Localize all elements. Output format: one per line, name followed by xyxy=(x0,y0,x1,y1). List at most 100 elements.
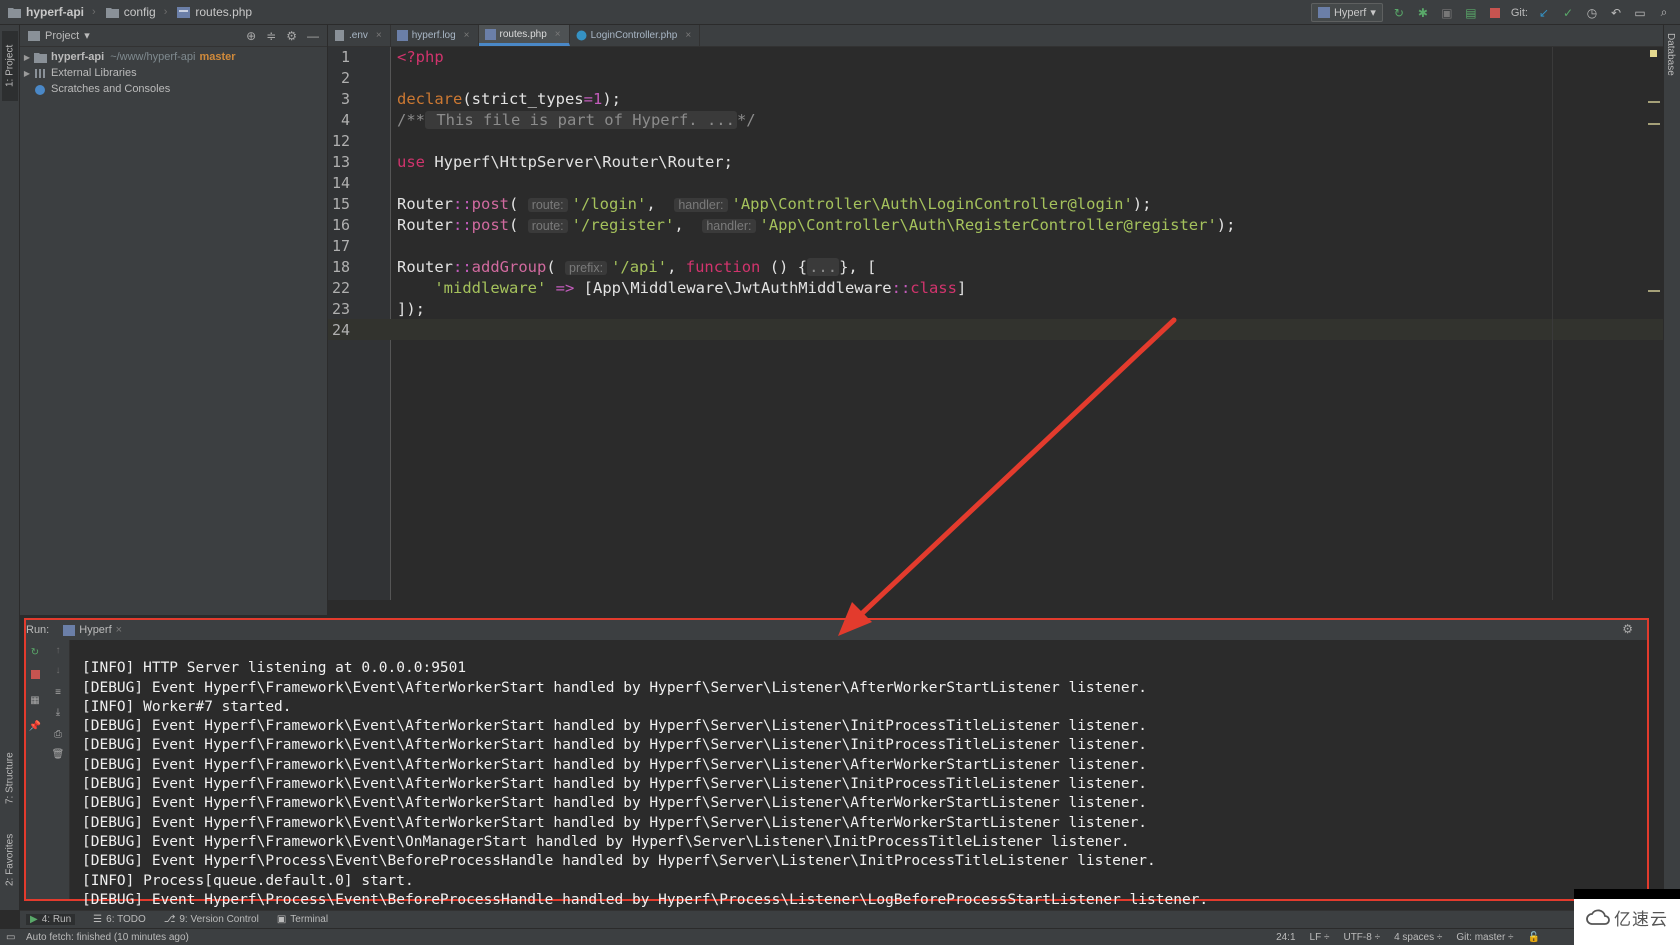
rerun-icon[interactable]: ↻ xyxy=(1391,5,1407,21)
scroll-to-end-icon[interactable]: ⤓ xyxy=(51,706,65,718)
console-line: [INFO] Worker#7 started. xyxy=(82,698,292,715)
scroll-marker[interactable] xyxy=(1648,123,1660,125)
folder-icon xyxy=(34,52,47,63)
hyperf-config-icon xyxy=(1317,7,1330,18)
tree-item-hyperf-api[interactable]: ▶ hyperf-api ~/www/hyperf-api master xyxy=(20,49,327,65)
tab-todo[interactable]: ☰ 6: TODO xyxy=(93,914,146,925)
close-icon[interactable]: × xyxy=(555,29,561,40)
caret-position[interactable]: 24:1 xyxy=(1276,932,1295,943)
status-message[interactable]: Auto fetch: finished (10 minutes ago) xyxy=(0,932,189,943)
tab-routes-php[interactable]: routes.php × xyxy=(478,25,570,46)
locate-icon[interactable]: ⊕ xyxy=(246,29,256,43)
line-number: 15 xyxy=(331,195,350,213)
console-line: [DEBUG] Event Hyperf\Process\Event\Befor… xyxy=(82,891,1209,908)
restore-layout-icon[interactable]: ▦ xyxy=(28,694,42,706)
print-icon[interactable]: ⎙ xyxy=(51,728,65,740)
folded-region[interactable]: This file is part of Hyperf. ... xyxy=(425,111,737,129)
profile-icon[interactable]: ▤ xyxy=(1463,5,1479,21)
close-icon[interactable]: × xyxy=(116,624,122,636)
console-output[interactable]: [INFO] HTTP Server listening at 0.0.0.0:… xyxy=(82,640,1208,945)
tree-item-scratches[interactable]: Scratches and Consoles xyxy=(20,81,327,97)
tab-version-control[interactable]: ⎇ 9: Version Control xyxy=(164,914,259,925)
lock-icon[interactable]: 🔓 xyxy=(1528,932,1540,943)
folded-region[interactable]: ... xyxy=(807,258,840,276)
console-actions-toolbar: ↑ ↓ ≡ ⤓ ⎙ 🗑 xyxy=(46,640,70,899)
line-number: 23 xyxy=(331,300,350,318)
folder-icon xyxy=(105,7,119,18)
run-config-tab[interactable]: Hyperf × xyxy=(63,624,122,636)
analysis-status-marker xyxy=(1650,50,1657,57)
code-line: 'middleware' => [App\Middleware\JwtAuthM… xyxy=(434,279,967,297)
rerun-icon[interactable]: ↻ xyxy=(28,646,42,658)
minimize-icon[interactable]: — xyxy=(307,29,319,43)
expand-arrow-icon[interactable]: ▶ xyxy=(20,53,34,62)
editor-tab-bar: .env × hyperf.log × routes.php × LoginCo… xyxy=(328,25,1663,47)
project-view-select[interactable]: Project ▾ xyxy=(28,29,90,42)
library-icon xyxy=(35,68,45,78)
breadcrumb-separator: › xyxy=(92,6,96,18)
tab-run[interactable]: ▶ 4: Run xyxy=(26,914,76,925)
tree-item-external-libraries[interactable]: ▶ External Libraries xyxy=(20,65,327,81)
breadcrumb-config[interactable]: config xyxy=(98,0,162,25)
close-icon[interactable]: × xyxy=(464,30,470,41)
up-arrow-icon[interactable]: ↑ xyxy=(51,644,65,656)
database-tool-tab[interactable]: Database xyxy=(1665,33,1676,76)
run-configuration-select[interactable]: Hyperf ▾ xyxy=(1310,3,1383,22)
parameter-hint: handler: xyxy=(674,198,728,212)
close-icon[interactable]: × xyxy=(376,30,382,41)
trash-icon[interactable]: 🗑 xyxy=(51,748,65,760)
git-label: Git: xyxy=(1510,6,1528,19)
git-update-icon[interactable]: ↙ xyxy=(1536,5,1552,21)
console-line: [DEBUG] Event Hyperf\Framework\Event\Aft… xyxy=(82,795,1148,812)
run-icon: ▶ xyxy=(30,914,38,925)
status-window-icon[interactable]: ▭ xyxy=(6,932,15,943)
indent-setting[interactable]: 4 spaces ÷ xyxy=(1394,932,1442,943)
tab-env[interactable]: .env × xyxy=(328,25,391,46)
down-arrow-icon[interactable]: ↓ xyxy=(51,664,65,676)
collapse-icon[interactable]: ≑ xyxy=(266,29,276,43)
tab-hyperf-log[interactable]: hyperf.log × xyxy=(391,25,479,46)
line-number: 18 xyxy=(331,258,350,276)
right-margin-guide xyxy=(1552,47,1553,600)
git-commit-icon[interactable]: ✓ xyxy=(1560,5,1576,21)
breadcrumb-file[interactable]: routes.php xyxy=(169,0,258,25)
project-panel-tools: ⊕ ≑ ⚙ — xyxy=(246,29,327,43)
console-line: [DEBUG] Event Hyperf\Framework\Event\Aft… xyxy=(82,737,1148,754)
tab-terminal[interactable]: ▣ Terminal xyxy=(277,914,328,925)
window-icon[interactable]: ▭ xyxy=(1632,5,1648,21)
revert-icon[interactable]: ↶ xyxy=(1608,5,1624,21)
gear-icon[interactable]: ⚙ xyxy=(286,29,297,43)
file-encoding[interactable]: UTF-8 ÷ xyxy=(1343,932,1380,943)
project-tool-tab[interactable]: 1: Project xyxy=(2,31,18,101)
git-branch[interactable]: Git: master ÷ xyxy=(1456,932,1513,943)
parameter-hint: prefix: xyxy=(565,261,608,275)
scroll-marker[interactable] xyxy=(1648,101,1660,103)
search-icon[interactable]: ⌕ xyxy=(1656,5,1672,21)
bottom-tool-tabs: ▶ 4: Run ☰ 6: TODO ⎇ 9: Version Control … xyxy=(20,910,1663,928)
line-separator[interactable]: LF ÷ xyxy=(1310,932,1330,943)
scroll-marker[interactable] xyxy=(1648,290,1660,292)
breadcrumb-separator: › xyxy=(163,6,168,18)
gear-icon[interactable]: ⚙ xyxy=(1622,622,1633,636)
expand-arrow-icon[interactable]: ▶ xyxy=(20,69,34,78)
tab-login-controller[interactable]: LoginController.php × xyxy=(570,25,701,46)
scratches-icon xyxy=(35,84,45,95)
php-file-icon xyxy=(484,28,496,40)
pin-icon[interactable]: 📌 xyxy=(28,720,42,732)
code-line: Router::post( route: '/register', handler… xyxy=(397,216,1236,234)
stop-icon[interactable] xyxy=(28,668,42,680)
soft-wrap-icon[interactable]: ≡ xyxy=(51,686,65,698)
stop-icon[interactable] xyxy=(1487,5,1503,21)
close-icon[interactable]: × xyxy=(685,30,691,41)
line-number: 22 xyxy=(331,279,350,297)
history-icon[interactable]: ◷ xyxy=(1584,5,1600,21)
status-widgets: 24:1 LF ÷ UTF-8 ÷ 4 spaces ÷ Git: master… xyxy=(1276,932,1540,943)
parameter-hint: handler: xyxy=(702,219,756,233)
breadcrumb-project[interactable]: hyperf-api xyxy=(0,0,90,25)
run-label: Run: xyxy=(26,624,50,636)
favorites-tool-tab[interactable]: 2: Favorites xyxy=(2,825,18,895)
structure-tool-tab[interactable]: 7: Structure xyxy=(2,743,18,813)
coverage-icon[interactable]: ▣ xyxy=(1439,5,1455,21)
debug-icon[interactable]: ✱ xyxy=(1415,5,1431,21)
project-panel: Project ▾ ⊕ ≑ ⚙ — ▶ hyperf-api ~/www/hyp… xyxy=(20,25,328,615)
